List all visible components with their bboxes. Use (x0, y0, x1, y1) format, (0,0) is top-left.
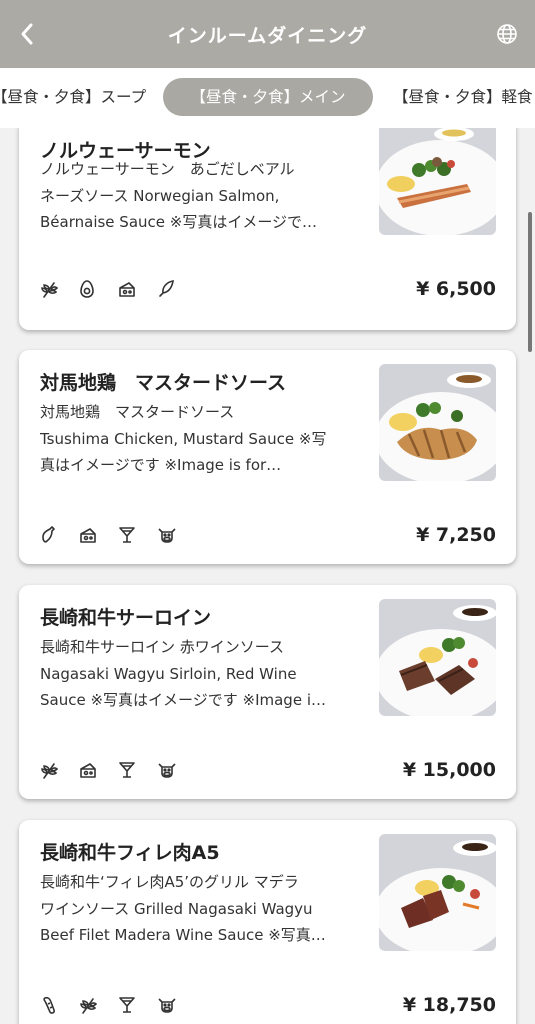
cocktail-glass-icon (118, 759, 157, 781)
header-bar: インルームダイニング (0, 0, 535, 68)
item-price: ¥ 7,250 (416, 524, 496, 546)
menu-item-card[interactable]: 長崎和牛フィレ肉A5 長崎和牛‘フィレ肉A5’のグリル マデラ ワインソース G… (19, 820, 516, 1024)
page-title: インルームダイニング (167, 24, 368, 47)
item-description: 長崎和牛‘フィレ肉A5’のグリル マデラ ワインソース Grilled Naga… (40, 873, 326, 944)
cocktail-glass-icon (118, 994, 157, 1016)
item-price: ¥ 18,750 (402, 994, 496, 1016)
dish-photo (379, 599, 496, 716)
cheese-icon (79, 524, 118, 546)
item-description: ノルウェーサーモン あごだしベアル ネーズソース Norwegian Salmo… (40, 160, 318, 231)
wheat-icon (79, 994, 118, 1016)
fish-icon (157, 278, 196, 300)
cow-icon (157, 994, 196, 1016)
chicken-leg-icon (40, 524, 79, 546)
app-screen: インルームダイニング 【昼食・夕食】スープ 【昼食・夕食】メイン 【昼食・夕食】… (0, 0, 535, 1024)
tab-soup[interactable]: 【昼食・夕食】スープ (0, 78, 146, 116)
cheese-icon (79, 759, 118, 781)
scrollbar[interactable] (528, 212, 532, 352)
chevron-left-icon[interactable] (12, 18, 44, 50)
cow-icon (157, 524, 196, 546)
dish-photo (379, 128, 496, 235)
allergen-icons (40, 524, 196, 546)
dish-photo (379, 834, 496, 951)
cocktail-glass-icon (118, 524, 157, 546)
egg-icon (79, 278, 118, 300)
item-name: 長崎和牛サーロイン (40, 607, 212, 629)
cheese-icon (118, 278, 157, 300)
item-description: 対馬地鶏 マスタードソース Tsushima Chicken, Mustard … (40, 403, 327, 474)
menu-item-card[interactable]: 対馬地鶏 マスタードソース 対馬地鶏 マスタードソース Tsushima Chi… (19, 350, 516, 564)
menu-item-card[interactable]: 長崎和牛サーロイン 長崎和牛サーロイン 赤ワインソース Nagasaki Wag… (19, 585, 516, 799)
category-tabs: 【昼食・夕食】スープ 【昼食・夕食】メイン 【昼食・夕食】軽食 (0, 68, 535, 128)
allergen-icons (40, 759, 196, 781)
allergen-icons (40, 278, 196, 300)
sausage-icon (40, 994, 79, 1016)
menu-list: ノルウェーサーモン ノルウェーサーモン あごだしベアル ネーズソース Norwe… (0, 128, 535, 1024)
item-price: ¥ 6,500 (416, 278, 496, 300)
allergen-icons (40, 994, 196, 1016)
item-description: 長崎和牛サーロイン 赤ワインソース Nagasaki Wagyu Sirloin… (40, 638, 326, 709)
tab-light-meal[interactable]: 【昼食・夕食】軽食 (393, 78, 533, 116)
tab-main[interactable]: 【昼食・夕食】メイン (163, 78, 373, 116)
dish-photo (379, 364, 496, 481)
item-name: 長崎和牛フィレ肉A5 (40, 842, 220, 864)
item-price: ¥ 15,000 (402, 759, 496, 781)
globe-icon[interactable] (491, 18, 523, 50)
item-name: 対馬地鶏 マスタードソース (40, 372, 287, 394)
wheat-icon (40, 278, 79, 300)
cow-icon (157, 759, 196, 781)
wheat-icon (40, 759, 79, 781)
menu-item-card[interactable]: ノルウェーサーモン ノルウェーサーモン あごだしベアル ネーズソース Norwe… (19, 128, 516, 330)
